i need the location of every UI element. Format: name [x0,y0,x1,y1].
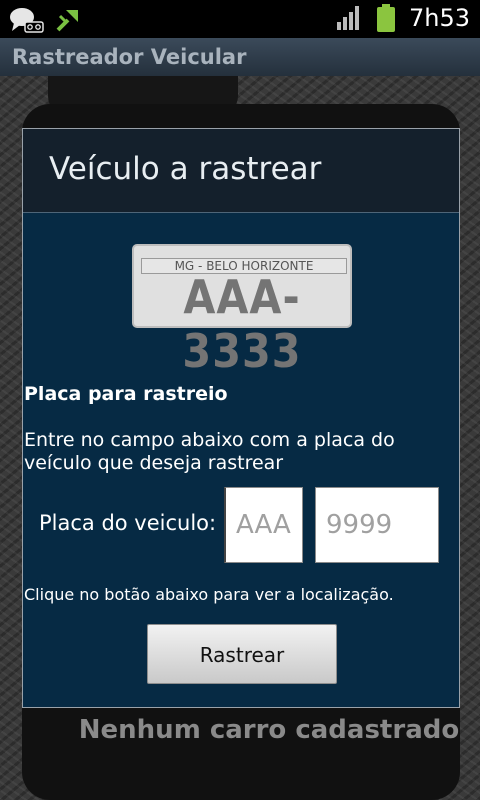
track-button[interactable]: Rastrear [147,624,337,684]
plate-letters-input[interactable] [224,487,303,563]
voicemail-icon [10,8,44,33]
status-time: 7h53 [408,4,470,32]
plate-number: AAA-3333 [182,270,302,378]
instructions-text: Entre no campo abaixo com a placa do veí… [24,429,395,474]
usb-debug-icon [56,10,78,32]
plate-field-label: Placa do veiculo: [39,511,217,535]
track-vehicle-dialog: Veículo a rastrear MG - BELO HORIZONTE A… [22,128,460,708]
dialog-header: Veículo a rastrear [23,129,459,213]
hint-text: Clique no botão abaixo para ver a locali… [24,585,394,604]
plate-numbers-input[interactable] [315,487,439,563]
section-title: Placa para rastreio [24,383,228,405]
license-plate-image: MG - BELO HORIZONTE AAA-3333 [132,244,352,378]
signal-icon [336,6,359,30]
battery-icon [376,4,395,32]
status-bar: 7h53 [0,0,480,38]
app-title: Rastreador Veicular [0,38,480,76]
empty-message: Nenhum carro cadastrado [78,715,460,745]
dialog-title: Veículo a rastrear [49,151,322,187]
